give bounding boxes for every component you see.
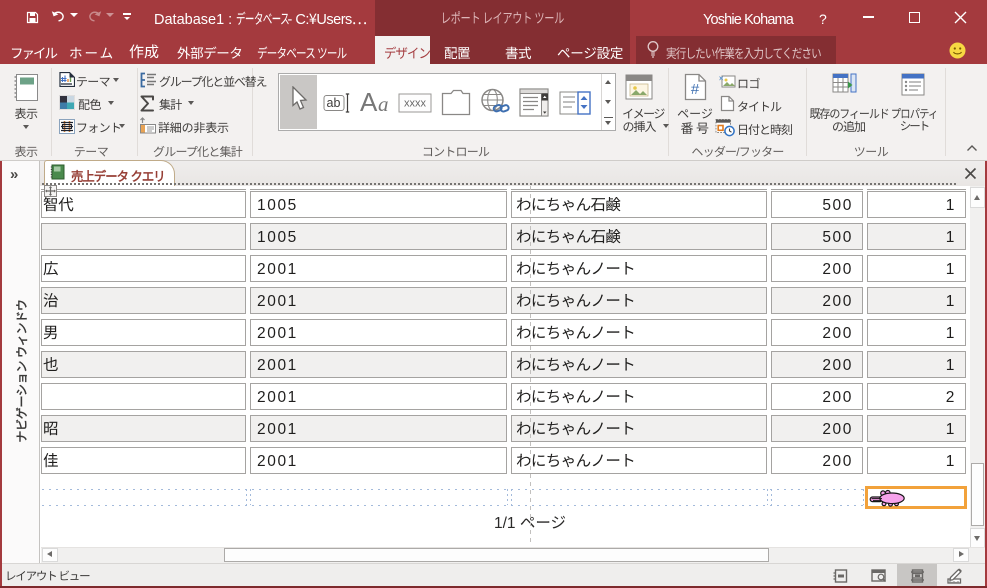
svg-text:A: A (360, 90, 378, 116)
svg-text:xxxx: xxxx (404, 98, 427, 110)
svg-text:#: # (691, 81, 700, 98)
svg-text:a: a (378, 92, 389, 116)
svg-text:ab: ab (327, 96, 341, 110)
